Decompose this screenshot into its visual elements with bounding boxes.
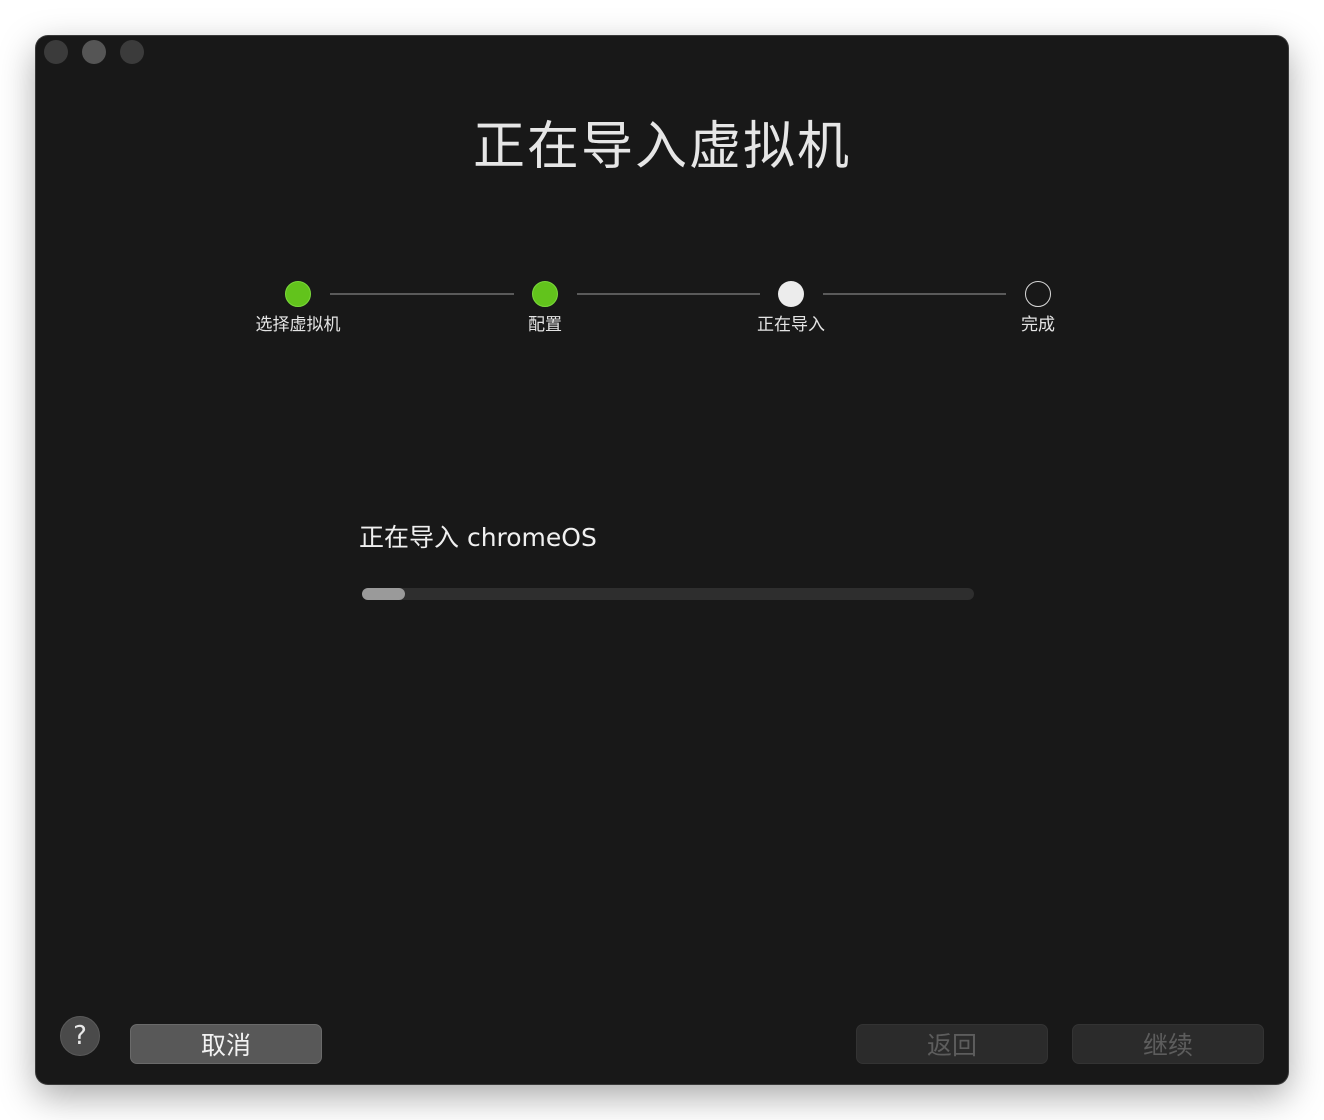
step-label-configure: 配置 [528, 315, 562, 335]
step-label-importing: 正在导入 [757, 315, 825, 335]
import-status-text: 正在导入 chromeOS [359, 523, 597, 552]
step-label-select-vm: 选择虚拟机 [255, 315, 341, 335]
step-connector [823, 293, 1006, 295]
import-stepper: 选择虚拟机 配置 正在导入 完成 [36, 36, 1288, 356]
step-connector [330, 293, 514, 295]
step-indicator-configure [532, 281, 558, 307]
step-indicator-select-vm [285, 281, 311, 307]
continue-button[interactable]: 继续 [1072, 1024, 1264, 1064]
step-indicator-importing [778, 281, 804, 307]
import-vm-window: 正在导入虚拟机 选择虚拟机 配置 正在导入 完成 正在导入 chromeOS ?… [36, 36, 1288, 1084]
step-indicator-finish [1025, 281, 1051, 307]
step-connector [577, 293, 760, 295]
question-mark-icon: ? [73, 1021, 87, 1051]
continue-button-label: 继续 [1142, 1031, 1193, 1060]
step-label-finish: 完成 [1021, 315, 1055, 335]
back-button-label: 返回 [926, 1031, 977, 1060]
import-progress-fill [362, 588, 405, 600]
cancel-button-label: 取消 [200, 1031, 251, 1060]
cancel-button[interactable]: 取消 [130, 1024, 322, 1064]
import-progress-bar [362, 588, 974, 600]
help-button[interactable]: ? [60, 1016, 100, 1056]
back-button[interactable]: 返回 [856, 1024, 1048, 1064]
